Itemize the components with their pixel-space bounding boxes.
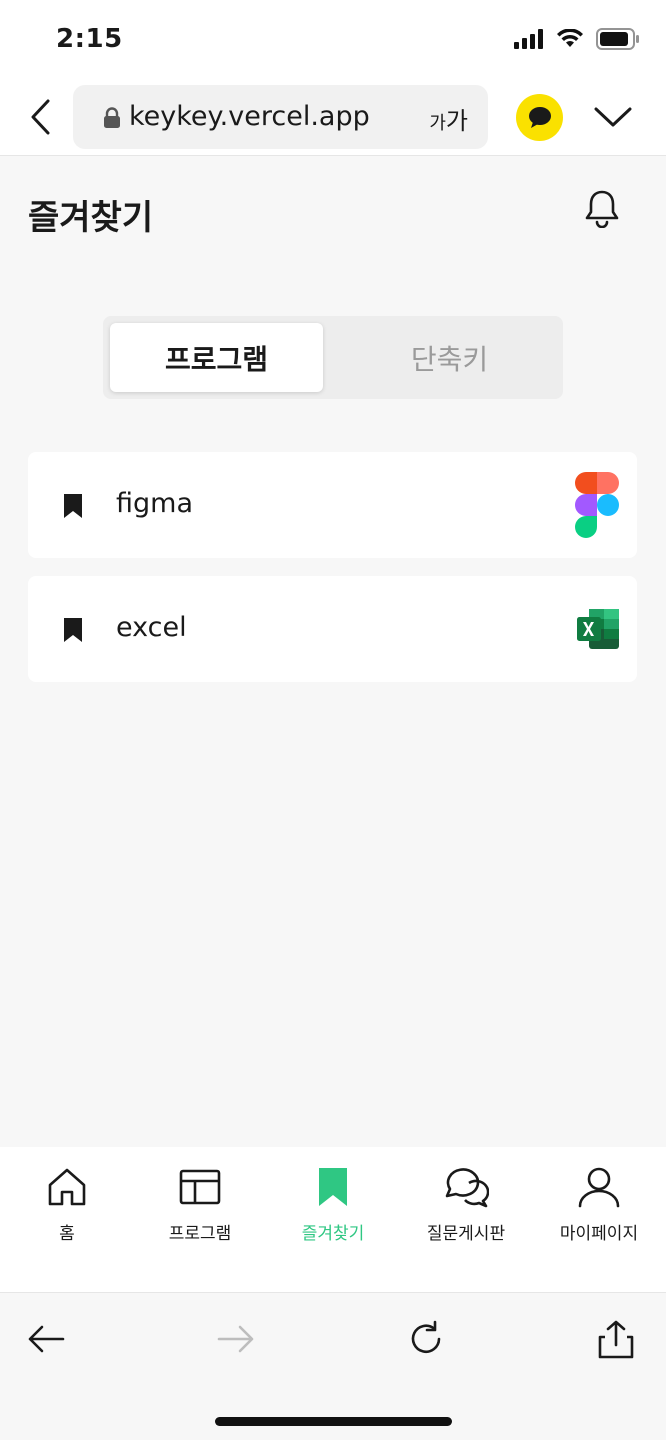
home-icon bbox=[48, 1168, 86, 1206]
nav-item-qna-board[interactable]: 질문게시판 bbox=[411, 1165, 521, 1255]
status-icons bbox=[514, 28, 640, 50]
browser-reload-button[interactable] bbox=[404, 1317, 448, 1361]
segmented-control: 프로그램 단축키 bbox=[103, 316, 563, 399]
favorite-item-figma[interactable]: figma bbox=[28, 452, 637, 558]
bell-icon bbox=[585, 190, 619, 228]
browser-forward-button[interactable] bbox=[214, 1317, 258, 1361]
lock-icon bbox=[104, 107, 120, 128]
nav-label: 마이페이지 bbox=[559, 1224, 639, 1244]
arrow-left-icon bbox=[28, 1325, 65, 1353]
favorite-item-excel[interactable]: excel bbox=[28, 576, 637, 682]
status-bar: 2:15 bbox=[0, 0, 666, 78]
nav-item-my-page[interactable]: 마이페이지 bbox=[544, 1165, 654, 1255]
nav-item-home[interactable]: 홈 bbox=[12, 1165, 122, 1255]
chat-bubbles-icon bbox=[445, 1168, 489, 1208]
cellular-signal-icon bbox=[514, 29, 543, 49]
layout-icon bbox=[179, 1169, 221, 1205]
notification-button[interactable] bbox=[580, 186, 624, 230]
tab-shortcuts[interactable]: 단축키 bbox=[343, 323, 556, 392]
tab-programs[interactable]: 프로그램 bbox=[110, 323, 323, 392]
url-text: keykey.vercel.app bbox=[129, 101, 370, 132]
home-indicator bbox=[215, 1417, 452, 1426]
bookmark-icon[interactable] bbox=[62, 616, 84, 644]
battery-icon bbox=[596, 28, 639, 50]
favorite-label: excel bbox=[116, 612, 187, 643]
figma-logo-icon bbox=[575, 472, 619, 538]
browser-address-bar: keykey.vercel.app 가가 bbox=[0, 78, 666, 156]
user-icon bbox=[578, 1167, 620, 1208]
text-size-small: 가 bbox=[429, 113, 446, 134]
kakao-talk-button[interactable] bbox=[516, 94, 563, 141]
browser-toolbar bbox=[0, 1292, 666, 1440]
nav-label: 즐겨찾기 bbox=[301, 1224, 365, 1244]
status-time: 2:15 bbox=[56, 24, 123, 54]
nav-item-programs[interactable]: 프로그램 bbox=[145, 1165, 255, 1255]
bookmark-icon bbox=[319, 1168, 347, 1206]
favorite-label: figma bbox=[116, 488, 193, 519]
share-icon bbox=[598, 1320, 634, 1359]
excel-logo-icon bbox=[577, 609, 619, 649]
nav-item-favorites[interactable]: 즐겨찾기 bbox=[278, 1165, 388, 1255]
chevron-left-icon bbox=[31, 99, 50, 135]
browser-back-chevron[interactable] bbox=[22, 96, 58, 138]
chevron-down-icon bbox=[594, 107, 632, 127]
url-field[interactable]: keykey.vercel.app 가가 bbox=[73, 85, 488, 149]
wifi-icon bbox=[557, 29, 583, 47]
browser-menu-button[interactable] bbox=[592, 102, 634, 132]
speech-bubble-icon bbox=[528, 106, 551, 128]
text-size-button[interactable]: 가가 bbox=[429, 101, 468, 136]
nav-label: 프로그램 bbox=[168, 1224, 232, 1244]
nav-label: 홈 bbox=[59, 1224, 75, 1244]
nav-label: 질문게시판 bbox=[426, 1224, 506, 1244]
browser-back-button[interactable] bbox=[24, 1317, 68, 1361]
bottom-nav: 홈 프로그램 즐겨찾기 질문게시판 마이페이지 bbox=[0, 1147, 666, 1292]
page-title: 즐겨찾기 bbox=[28, 198, 154, 238]
reload-icon bbox=[411, 1320, 441, 1354]
bookmark-icon[interactable] bbox=[62, 492, 84, 520]
text-size-large: 가 bbox=[445, 107, 468, 135]
arrow-right-icon bbox=[217, 1325, 254, 1353]
browser-share-button[interactable] bbox=[594, 1317, 638, 1361]
